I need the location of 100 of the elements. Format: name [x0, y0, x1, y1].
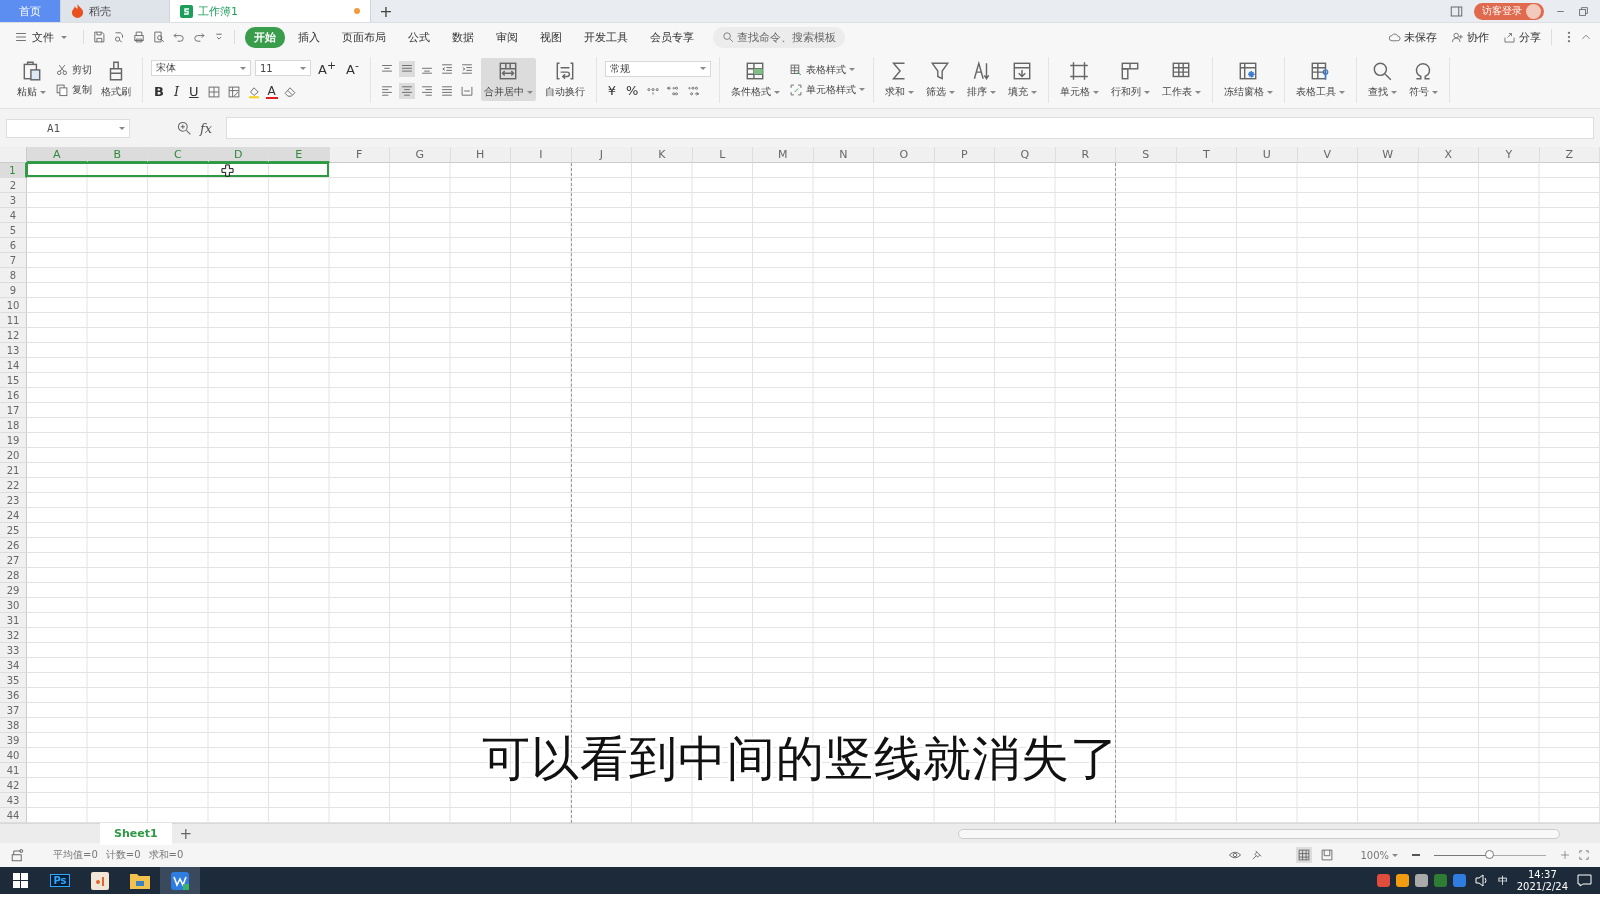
fill-down-button[interactable]: 填充 — [1004, 58, 1040, 101]
align-center-icon[interactable] — [399, 83, 414, 98]
sheet-tab[interactable]: Sheet1 — [100, 822, 172, 845]
column-header[interactable]: W — [1358, 147, 1419, 163]
save-status-button[interactable]: 未保存 — [1388, 29, 1437, 45]
new-tab-button[interactable]: + — [371, 0, 401, 22]
row-header[interactable]: 18 — [0, 418, 27, 433]
paste-button[interactable]: 粘贴 — [14, 58, 49, 101]
column-header[interactable]: P — [934, 147, 995, 163]
table-tools-button[interactable]: 表格工具 — [1292, 58, 1348, 101]
column-header[interactable]: A — [27, 147, 88, 163]
ribbon-tab[interactable]: 视图 — [531, 26, 571, 48]
worksheet-button[interactable]: 工作表 — [1158, 58, 1204, 101]
borders-button[interactable] — [205, 83, 222, 100]
row-header[interactable]: 41 — [0, 763, 27, 778]
workbook-tab[interactable]: 工作簿1 — [170, 0, 371, 22]
row-header[interactable]: 11 — [0, 313, 27, 328]
row-header[interactable]: 16 — [0, 388, 27, 403]
photoshop-taskbar-button[interactable]: Ps — [40, 867, 80, 894]
freeze-panes-button[interactable]: 冻结窗格 — [1220, 58, 1276, 101]
input-method-indicator[interactable]: 中 — [1497, 873, 1508, 888]
row-header[interactable]: 1 — [0, 163, 27, 178]
insert-function-button[interactable]: fx — [200, 120, 213, 136]
row-header[interactable]: 33 — [0, 643, 27, 658]
format-painter-button[interactable]: 格式刷 — [98, 58, 134, 101]
undo-icon[interactable] — [172, 30, 186, 44]
tray-icon[interactable] — [1414, 874, 1428, 887]
row-header[interactable]: 35 — [0, 673, 27, 688]
row-header[interactable]: 21 — [0, 463, 27, 478]
row-header[interactable]: 42 — [0, 778, 27, 793]
guest-login-button[interactable]: 访客登录 — [1474, 2, 1544, 20]
column-header[interactable]: R — [1055, 147, 1116, 163]
row-header[interactable]: 3 — [0, 193, 27, 208]
column-header[interactable]: K — [632, 147, 693, 163]
ribbon-tab[interactable]: 开始 — [245, 26, 285, 48]
print-preview-icon[interactable] — [152, 30, 166, 44]
italic-button[interactable]: I — [170, 84, 183, 100]
row-header[interactable]: 28 — [0, 568, 27, 583]
home-tab[interactable]: 首页 — [0, 0, 61, 22]
tray-icon[interactable] — [1376, 874, 1390, 887]
row-header[interactable]: 39 — [0, 733, 27, 748]
row-header[interactable]: 6 — [0, 238, 27, 253]
percent-button[interactable]: % — [623, 83, 642, 98]
row-header[interactable]: 43 — [0, 793, 27, 808]
collaborate-button[interactable]: 协作 — [1451, 29, 1489, 45]
cell-button[interactable]: 单元格 — [1056, 58, 1102, 101]
column-header[interactable]: O — [874, 147, 935, 163]
ribbon-tab[interactable]: 会员专享 — [641, 26, 703, 48]
share-button[interactable]: 分享 — [1503, 29, 1541, 45]
file-menu[interactable]: 文件 — [8, 29, 73, 45]
restore-icon[interactable] — [1577, 4, 1590, 18]
decrease-font-button[interactable]: A$^{-}$ — [343, 59, 362, 78]
row-header[interactable]: 23 — [0, 493, 27, 508]
row-header[interactable]: 4 — [0, 208, 27, 223]
column-header[interactable]: S — [1116, 147, 1177, 163]
tray-icon[interactable] — [1433, 874, 1447, 887]
font-color-button[interactable]: A — [265, 84, 278, 99]
tray-icon[interactable] — [1452, 874, 1466, 887]
number-format-field[interactable]: 常规 — [604, 60, 711, 77]
save-icon[interactable] — [92, 30, 106, 44]
sort-button[interactable]: 排序 — [963, 58, 999, 101]
ribbon-tab[interactable]: 插入 — [289, 26, 329, 48]
save-as-icon[interactable] — [112, 30, 126, 44]
notification-icon[interactable] — [1577, 874, 1592, 887]
column-header[interactable]: Q — [995, 147, 1056, 163]
row-header[interactable]: 10 — [0, 298, 27, 313]
bold-button[interactable]: B — [151, 84, 167, 100]
row-header[interactable]: 27 — [0, 553, 27, 568]
wps-taskbar-button[interactable] — [160, 867, 200, 894]
row-header[interactable]: 29 — [0, 583, 27, 598]
macro-icon[interactable] — [10, 847, 25, 863]
cell-grid[interactable] — [27, 163, 1600, 823]
ribbon-tab[interactable]: 数据 — [443, 26, 483, 48]
column-header[interactable]: B — [87, 147, 148, 163]
cut-button[interactable]: 剪切 — [55, 62, 92, 77]
ribbon-tab[interactable]: 页面布局 — [333, 26, 395, 48]
zoom-level-dropdown[interactable]: 100% — [1360, 849, 1398, 861]
find-button[interactable]: 查找 — [1364, 58, 1400, 101]
column-header[interactable]: T — [1176, 147, 1237, 163]
cell-format-button[interactable] — [225, 83, 242, 100]
row-header[interactable]: 30 — [0, 598, 27, 613]
copy-button[interactable]: 复制 — [55, 82, 92, 97]
row-header[interactable]: 5 — [0, 223, 27, 238]
row-header[interactable]: 12 — [0, 328, 27, 343]
row-header[interactable]: 20 — [0, 448, 27, 463]
row-header[interactable]: 38 — [0, 718, 27, 733]
underline-button[interactable]: U — [186, 84, 202, 100]
row-header[interactable]: 31 — [0, 613, 27, 628]
rows-columns-button[interactable]: 行和列 — [1107, 58, 1153, 101]
column-header[interactable]: G — [390, 147, 451, 163]
horizontal-scrollbar[interactable] — [958, 828, 1560, 839]
redo-icon[interactable] — [192, 30, 206, 44]
clock[interactable]: 14:37 2021/2/24 — [1516, 868, 1568, 893]
ribbon-tab[interactable]: 审阅 — [487, 26, 527, 48]
row-header[interactable]: 13 — [0, 343, 27, 358]
column-header[interactable]: H — [450, 147, 511, 163]
zoom-in-icon[interactable] — [176, 120, 192, 136]
font-size-field[interactable]: 11 — [255, 60, 311, 77]
column-header[interactable]: U — [1237, 147, 1298, 163]
zoom-in-icon[interactable] — [1560, 850, 1570, 860]
